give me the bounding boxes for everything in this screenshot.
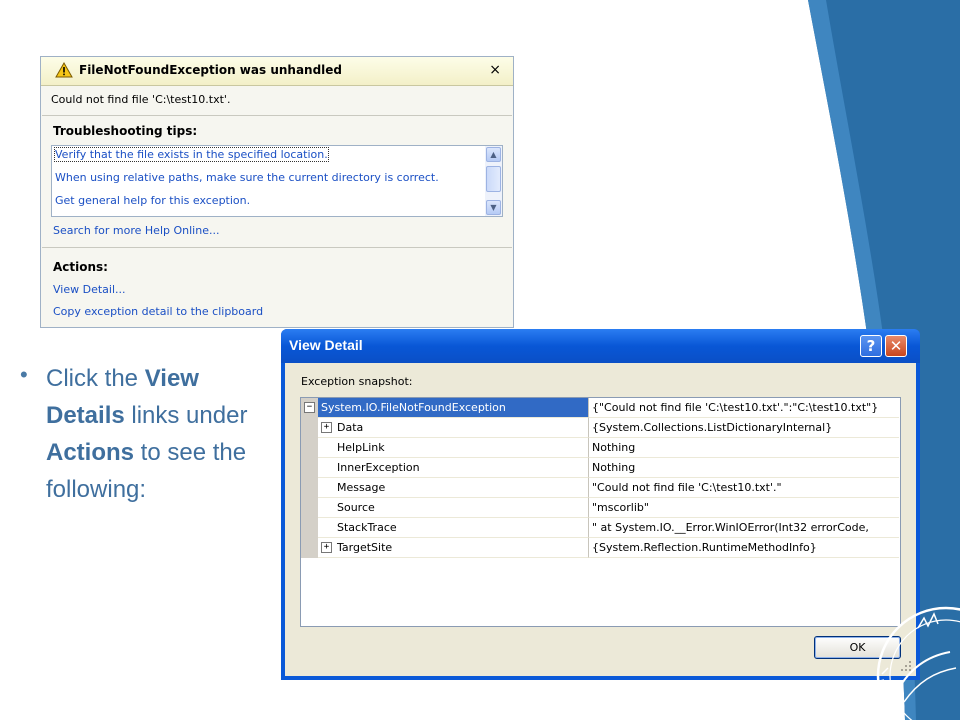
close-icon[interactable]: ×	[489, 62, 501, 78]
row-gutter	[301, 438, 318, 458]
property-name: StackTrace	[318, 518, 589, 538]
bullet-dot: •	[20, 362, 28, 387]
tip-link-general-help[interactable]: Get general help for this exception.	[55, 194, 250, 207]
property-row-helplink[interactable]: HelpLink Nothing	[301, 438, 900, 458]
warning-icon	[55, 62, 73, 78]
property-row-root[interactable]: − System.IO.FileNotFoundException {"Coul…	[301, 398, 900, 418]
row-gutter	[301, 458, 318, 478]
property-value: {System.Collections.ListDictionaryIntern…	[589, 418, 899, 438]
bullet-text-bold: Actions	[46, 439, 135, 466]
bullet-text-part: links under	[124, 402, 248, 429]
collapse-icon[interactable]: −	[304, 402, 315, 413]
view-detail-titlebar[interactable]: View Detail ? ✕	[281, 329, 920, 363]
property-row-innerexception[interactable]: InnerException Nothing	[301, 458, 900, 478]
troubleshooting-tips-list: Verify that the file exists in the speci…	[51, 145, 503, 217]
tip-link-verify-file[interactable]: Verify that the file exists in the speci…	[54, 147, 329, 162]
property-value-text: {System.Reflection.RuntimeMethodInfo}	[592, 541, 817, 554]
property-name: + Data	[318, 418, 589, 438]
property-value-text: " at System.IO.__Error.WinIOError(Int32 …	[592, 521, 869, 534]
view-detail-link[interactable]: View Detail...	[53, 283, 126, 296]
row-gutter	[301, 498, 318, 518]
property-value: Nothing	[589, 438, 899, 458]
tip-link-relative-paths[interactable]: When using relative paths, make sure the…	[55, 171, 439, 184]
property-name-text: HelpLink	[337, 441, 385, 454]
property-name-text: StackTrace	[337, 521, 397, 534]
property-name: Source	[318, 498, 589, 518]
property-row-targetsite[interactable]: + TargetSite {System.Reflection.RuntimeMet…	[301, 538, 900, 558]
row-gutter	[301, 418, 318, 438]
property-name: HelpLink	[318, 438, 589, 458]
troubleshooting-heading: Troubleshooting tips:	[53, 124, 198, 138]
property-value-text: Nothing	[592, 441, 636, 454]
property-value-text: "Could not find file 'C:\test10.txt'."	[592, 481, 782, 494]
property-row-stacktrace[interactable]: StackTrace " at System.IO.__Error.WinIOEr…	[301, 518, 900, 538]
property-name-text: Message	[337, 481, 386, 494]
property-name-text: Data	[337, 421, 364, 434]
exception-assistant-header: FileNotFoundException was unhandled ×	[41, 57, 513, 86]
divider	[42, 115, 512, 116]
property-grid: − System.IO.FileNotFoundException {"Coul…	[300, 397, 901, 627]
property-value-text: Nothing	[592, 461, 636, 474]
property-name-text: InnerException	[337, 461, 420, 474]
property-name-text: System.IO.FileNotFoundException	[321, 401, 506, 414]
property-row-message[interactable]: Message "Could not find file 'C:\test10.t…	[301, 478, 900, 498]
divider	[42, 247, 512, 248]
help-icon[interactable]: ?	[860, 335, 882, 357]
exception-title: FileNotFoundException was unhandled	[79, 63, 343, 77]
property-row-source[interactable]: Source "mscorlib"	[301, 498, 900, 518]
bullet-instruction: Click the View Details links under Actio…	[46, 360, 276, 508]
tips-scrollbar[interactable]: ▲ ▼	[485, 146, 502, 216]
university-seal-logo	[875, 606, 960, 720]
copy-exception-link[interactable]: Copy exception detail to the clipboard	[53, 305, 263, 318]
property-value: {"Could not find file 'C:\test10.txt'.":…	[589, 398, 899, 418]
close-icon[interactable]: ✕	[885, 335, 907, 357]
window-title: View Detail	[289, 337, 363, 353]
property-value: "mscorlib"	[589, 498, 899, 518]
property-name: Message	[318, 478, 589, 498]
expand-icon[interactable]: +	[321, 542, 332, 553]
property-name: + TargetSite	[318, 538, 589, 558]
property-value: " at System.IO.__Error.WinIOError(Int32 …	[589, 518, 899, 538]
search-help-online-link[interactable]: Search for more Help Online...	[53, 224, 219, 237]
property-row-data[interactable]: + Data {System.Collections.ListDictionaryI…	[301, 418, 900, 438]
property-value-text: {"Could not find file 'C:\test10.txt'.":…	[592, 401, 879, 414]
bullet-text-part: Click the	[46, 365, 145, 392]
exception-snapshot-label: Exception snapshot:	[301, 375, 413, 388]
property-name: InnerException	[318, 458, 589, 478]
property-value: {System.Reflection.RuntimeMethodInfo}	[589, 538, 899, 558]
property-name: System.IO.FileNotFoundException	[318, 398, 589, 418]
view-detail-window: View Detail ? ✕ Exception snapshot: − Sy…	[281, 329, 920, 680]
property-value: "Could not find file 'C:\test10.txt'."	[589, 478, 899, 498]
exception-message: Could not find file 'C:\test10.txt'.	[51, 93, 231, 106]
scroll-thumb[interactable]	[486, 166, 501, 192]
property-value-text: "mscorlib"	[592, 501, 649, 514]
view-detail-body: Exception snapshot: − System.IO.FileNotF…	[285, 363, 916, 676]
property-name-text: TargetSite	[337, 541, 393, 554]
property-name-text: Source	[337, 501, 375, 514]
property-value-text: {System.Collections.ListDictionaryIntern…	[592, 421, 833, 434]
actions-heading: Actions:	[53, 260, 108, 274]
exception-assistant-popup: FileNotFoundException was unhandled × Co…	[40, 56, 514, 328]
row-gutter	[301, 478, 318, 498]
scroll-down-icon[interactable]: ▼	[486, 200, 501, 215]
property-value: Nothing	[589, 458, 899, 478]
expand-icon[interactable]: +	[321, 422, 332, 433]
row-gutter	[301, 538, 318, 558]
scroll-up-icon[interactable]: ▲	[486, 147, 501, 162]
row-gutter	[301, 518, 318, 538]
